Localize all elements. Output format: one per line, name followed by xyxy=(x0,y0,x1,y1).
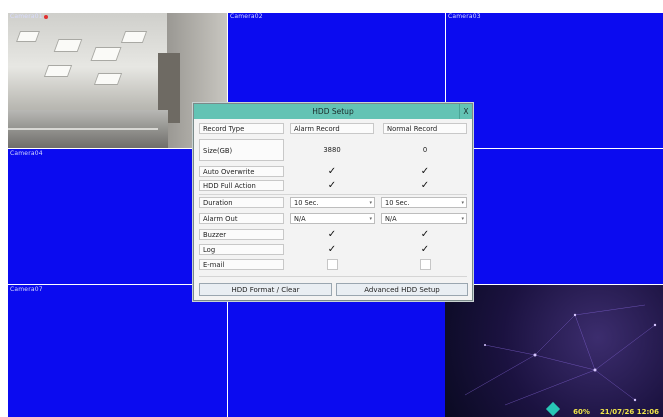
alarm-out-normal-value: N/A xyxy=(385,215,397,223)
duration-normal-value: 10 Sec. xyxy=(385,199,410,207)
status-percent: 60% xyxy=(573,408,590,416)
hdd-full-action-normal-checkbox[interactable]: ✓ xyxy=(418,180,432,191)
column-header-normal: Normal Record xyxy=(383,123,467,134)
camera-04-label: Camera04 xyxy=(10,150,43,157)
ceiling-light xyxy=(120,31,148,43)
camera-09-feed[interactable]: 60% 21/07/26 12:06 xyxy=(445,285,663,417)
duration-normal-select[interactable]: 10 Sec. ▾ xyxy=(381,197,467,208)
camera-03-label: Camera03 xyxy=(448,13,481,20)
buzzer-normal-checkbox[interactable]: ✓ xyxy=(418,229,432,240)
hdd-setup-dialog: HDD Setup X Record Type Alarm Record Nor… xyxy=(193,103,473,301)
ceiling-light xyxy=(53,39,83,52)
status-datetime: 21/07/26 12:06 xyxy=(599,408,659,416)
log-normal-checkbox[interactable]: ✓ xyxy=(418,244,432,255)
dropdown-arrow-icon: ▾ xyxy=(369,216,372,222)
recording-dot-icon xyxy=(43,14,48,19)
camera-07-label: Camera07 xyxy=(10,286,43,293)
row-label-record-type: Record Type xyxy=(199,123,284,134)
size-normal-value: 0 xyxy=(422,146,428,154)
ceiling-light xyxy=(15,31,41,42)
desk-edge xyxy=(8,128,158,130)
network-graphic xyxy=(464,304,657,406)
row-label-alarm-out: Alarm Out xyxy=(199,213,284,224)
auto-overwrite-normal-checkbox[interactable]: ✓ xyxy=(418,166,432,177)
row-label-hdd-full-action: HDD Full Action xyxy=(199,180,284,191)
ceiling-light xyxy=(90,47,122,61)
row-label-size: Size(GB) xyxy=(199,139,284,161)
status-overlay: 60% 21/07/26 12:06 xyxy=(563,408,659,416)
ceiling-light xyxy=(43,65,73,77)
dropdown-arrow-icon: ▾ xyxy=(461,200,464,206)
row-label-email: E-mail xyxy=(199,259,284,270)
close-button[interactable]: X xyxy=(459,104,472,119)
camera-01-label: Camera01 xyxy=(10,13,48,20)
row-label-log: Log xyxy=(199,244,284,255)
column-header-alarm: Alarm Record xyxy=(290,123,374,134)
size-alarm-value: 3880 xyxy=(323,146,341,154)
dropdown-arrow-icon: ▾ xyxy=(461,216,464,222)
hdd-format-clear-button[interactable]: HDD Format / Clear xyxy=(199,283,332,296)
alarm-out-alarm-value: N/A xyxy=(294,215,306,223)
advanced-hdd-setup-button[interactable]: Advanced HDD Setup xyxy=(336,283,468,296)
duration-alarm-select[interactable]: 10 Sec. ▾ xyxy=(290,197,375,208)
row-label-auto-overwrite: Auto Overwrite xyxy=(199,166,284,177)
email-alarm-checkbox[interactable] xyxy=(327,259,338,270)
camera-02-label: Camera02 xyxy=(230,13,263,20)
alarm-out-alarm-select[interactable]: N/A ▾ xyxy=(290,213,375,224)
hdd-full-action-alarm-checkbox[interactable]: ✓ xyxy=(325,180,339,191)
duration-alarm-value: 10 Sec. xyxy=(294,199,319,207)
divider xyxy=(199,276,467,277)
row-label-duration: Duration xyxy=(199,197,284,208)
email-normal-checkbox[interactable] xyxy=(420,259,431,270)
dialog-title: HDD Setup xyxy=(194,104,472,119)
alarm-out-normal-select[interactable]: N/A ▾ xyxy=(381,213,467,224)
row-label-buzzer: Buzzer xyxy=(199,229,284,240)
divider xyxy=(199,194,467,195)
buzzer-alarm-checkbox[interactable]: ✓ xyxy=(325,229,339,240)
auto-overwrite-alarm-checkbox[interactable]: ✓ xyxy=(325,166,339,177)
log-alarm-checkbox[interactable]: ✓ xyxy=(325,244,339,255)
dropdown-arrow-icon: ▾ xyxy=(369,200,372,206)
ceiling-light xyxy=(93,73,123,85)
